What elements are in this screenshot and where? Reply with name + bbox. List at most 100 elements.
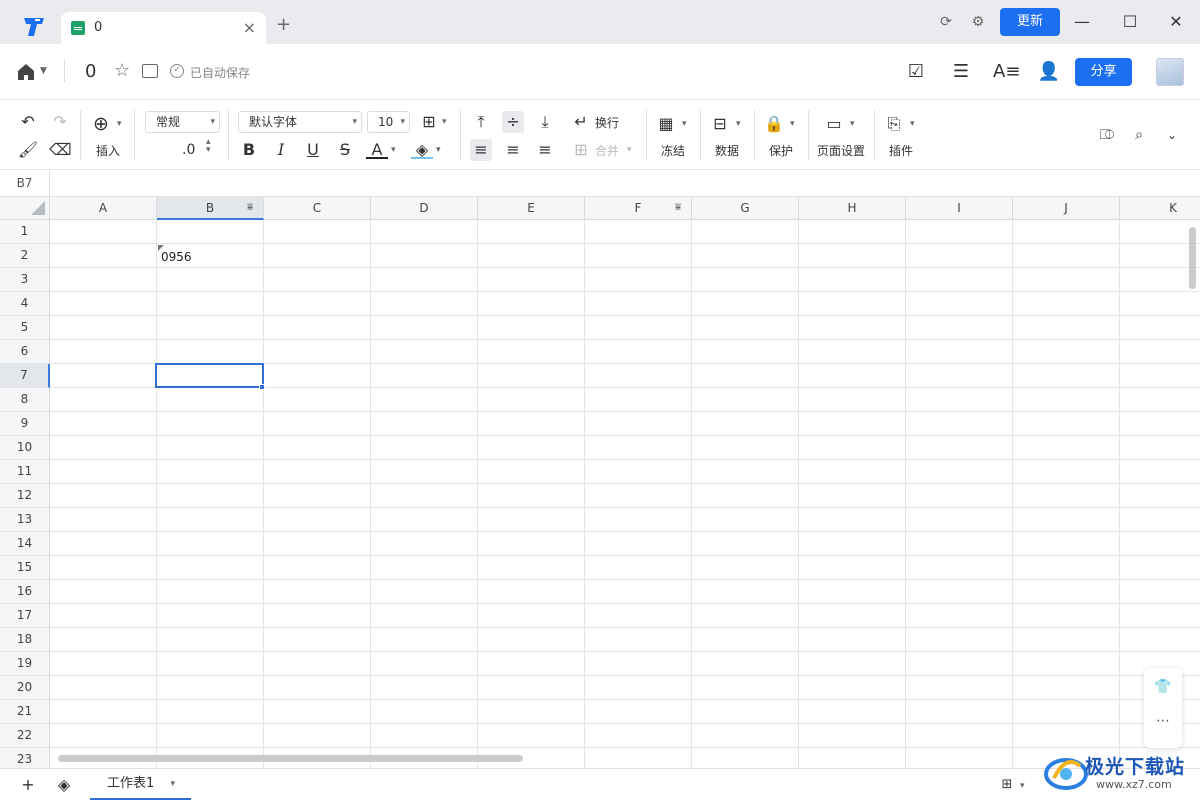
- row-header[interactable]: 16: [0, 580, 50, 604]
- column-header-j[interactable]: J: [1013, 197, 1120, 220]
- cell-style-icon[interactable]: ⎄: [1096, 124, 1118, 146]
- row-header[interactable]: 22: [0, 724, 50, 748]
- document-name[interactable]: 0: [85, 61, 96, 82]
- task-add-icon[interactable]: ☑: [904, 61, 928, 83]
- select-all-corner[interactable]: [0, 197, 50, 220]
- row-header[interactable]: 2: [0, 244, 50, 268]
- column-header-h[interactable]: H: [799, 197, 906, 220]
- horizontal-scrollbar[interactable]: [58, 755, 523, 762]
- active-cell-selection[interactable]: [155, 363, 264, 388]
- sheet-tab[interactable]: 工作表1 ▾: [90, 769, 191, 800]
- page-setup-label[interactable]: 页面设置: [817, 142, 865, 159]
- wrap-text-icon[interactable]: ↵: [570, 111, 592, 133]
- merge-caret-icon[interactable]: ▾: [627, 145, 632, 155]
- row-header[interactable]: 10: [0, 436, 50, 460]
- maximize-icon[interactable]: ☐: [1120, 12, 1140, 32]
- data-label[interactable]: 数据: [715, 142, 739, 159]
- column-header-i[interactable]: I: [906, 197, 1013, 220]
- minimize-icon[interactable]: —: [1072, 12, 1092, 32]
- page-setup-icon[interactable]: ▭: [823, 113, 845, 135]
- column-header-e[interactable]: E: [478, 197, 585, 220]
- fill-handle[interactable]: [259, 384, 265, 390]
- row-header[interactable]: 6: [0, 340, 50, 364]
- align-top-icon[interactable]: ⤒: [470, 111, 492, 133]
- plugin-label[interactable]: 插件: [889, 142, 913, 159]
- filter-icon[interactable]: ⩸: [243, 202, 257, 214]
- menu-icon[interactable]: ☰: [949, 61, 973, 83]
- column-header-a[interactable]: A: [50, 197, 157, 220]
- collapse-toolbar-chevron-icon[interactable]: ⌄: [1161, 124, 1183, 146]
- number-format-dropdown[interactable]: 常规: [145, 111, 220, 133]
- cell-b2[interactable]: 0956: [161, 250, 192, 264]
- freeze-caret-icon[interactable]: ▾: [682, 119, 687, 129]
- column-header-c[interactable]: C: [264, 197, 371, 220]
- clear-format-eraser-icon[interactable]: ⌫: [49, 139, 72, 161]
- settings-gear-icon[interactable]: ⚙: [969, 13, 987, 31]
- close-window-icon[interactable]: ✕: [1166, 12, 1186, 32]
- document-tab[interactable]: 0 ×: [61, 12, 266, 44]
- more-options-icon[interactable]: ⋯: [1154, 712, 1172, 730]
- font-color-icon[interactable]: A: [366, 139, 388, 159]
- wrap-text-label[interactable]: 换行: [595, 114, 619, 131]
- decimal-button[interactable]: .0: [182, 142, 195, 158]
- row-header[interactable]: 9: [0, 412, 50, 436]
- row-header[interactable]: 3: [0, 268, 50, 292]
- align-right-icon[interactable]: ≡: [534, 139, 556, 161]
- undo-icon[interactable]: ↶: [17, 111, 39, 133]
- row-header[interactable]: 8: [0, 388, 50, 412]
- cell-area[interactable]: [50, 220, 1200, 768]
- add-sheet-icon[interactable]: +: [19, 776, 37, 794]
- column-header-f[interactable]: F ⩸: [585, 197, 692, 220]
- row-header[interactable]: 14: [0, 532, 50, 556]
- font-family-dropdown[interactable]: 默认字体: [238, 111, 362, 133]
- data-tools-icon[interactable]: ⊟: [709, 113, 731, 135]
- format-painter-icon[interactable]: 🖌: [17, 139, 39, 161]
- merge-cells-icon[interactable]: ⊞: [570, 139, 592, 161]
- share-button[interactable]: 分享: [1075, 58, 1132, 86]
- row-header[interactable]: 1: [0, 220, 50, 244]
- borders-icon[interactable]: ⊞: [418, 111, 440, 133]
- cell-reference-box[interactable]: B7: [0, 171, 50, 196]
- align-bottom-icon[interactable]: ⤓: [534, 111, 556, 133]
- sheet-list-layers-icon[interactable]: ◈: [55, 776, 73, 794]
- insert-plus-circle-icon[interactable]: ⊕: [90, 113, 112, 135]
- move-to-folder-icon[interactable]: [142, 64, 158, 78]
- underline-icon[interactable]: U: [302, 139, 324, 161]
- font-size-dropdown[interactable]: 10: [367, 111, 410, 133]
- plugin-caret-icon[interactable]: ▾: [910, 119, 915, 129]
- text-style-icon[interactable]: A≡: [993, 61, 1020, 83]
- row-header[interactable]: 4: [0, 292, 50, 316]
- sheet-tab-caret-icon[interactable]: ▾: [170, 769, 175, 799]
- insert-label[interactable]: 插入: [96, 142, 120, 159]
- row-header[interactable]: 21: [0, 700, 50, 724]
- row-header[interactable]: 23: [0, 748, 50, 768]
- italic-icon[interactable]: I: [270, 139, 292, 161]
- protect-lock-icon[interactable]: 🔒: [763, 113, 785, 135]
- close-tab-icon[interactable]: ×: [243, 18, 256, 37]
- theme-shirt-icon[interactable]: 👕: [1154, 678, 1172, 696]
- row-header[interactable]: 5: [0, 316, 50, 340]
- borders-caret-icon[interactable]: ▾: [442, 117, 447, 127]
- row-header[interactable]: 18: [0, 628, 50, 652]
- row-header[interactable]: 12: [0, 484, 50, 508]
- view-mode-grid-icon[interactable]: ⊞: [998, 776, 1016, 794]
- column-header-g[interactable]: G: [692, 197, 799, 220]
- bold-icon[interactable]: B: [238, 139, 260, 161]
- add-collaborator-icon[interactable]: 👤: [1037, 61, 1061, 83]
- align-middle-icon[interactable]: ÷: [502, 111, 524, 133]
- row-header[interactable]: 15: [0, 556, 50, 580]
- font-color-caret-icon[interactable]: ▾: [391, 145, 396, 155]
- row-header-selected[interactable]: 7: [0, 364, 50, 388]
- decimal-stepper-icon[interactable]: ▴ ▾: [206, 138, 211, 155]
- align-center-icon[interactable]: ≡: [502, 139, 524, 161]
- align-left-icon[interactable]: ≡: [470, 139, 492, 161]
- user-avatar[interactable]: [1156, 58, 1184, 86]
- row-header[interactable]: 13: [0, 508, 50, 532]
- row-header[interactable]: 20: [0, 676, 50, 700]
- fill-color-icon[interactable]: ◈: [411, 139, 433, 159]
- search-icon[interactable]: ⌕: [1128, 124, 1150, 146]
- page-setup-caret-icon[interactable]: ▾: [850, 119, 855, 129]
- row-header[interactable]: 19: [0, 652, 50, 676]
- sync-icon[interactable]: ⟳: [937, 13, 955, 31]
- merge-cells-label[interactable]: 合并: [595, 142, 619, 159]
